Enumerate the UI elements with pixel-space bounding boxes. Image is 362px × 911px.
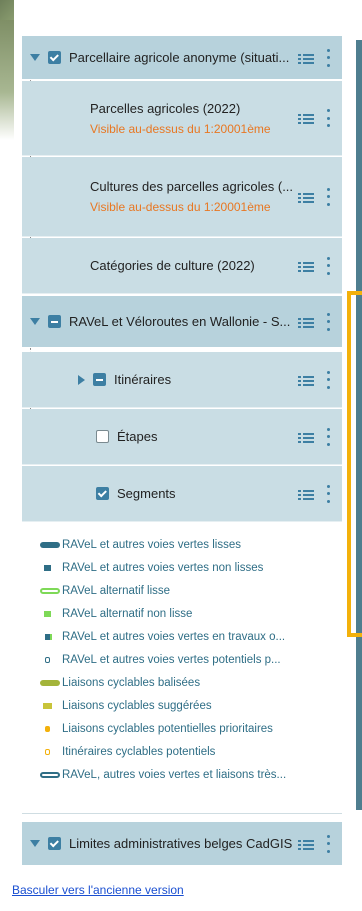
- layer-item-itineraires[interactable]: Itinéraires: [22, 352, 342, 408]
- layer-item-etapes[interactable]: Étapes: [22, 409, 342, 465]
- legend-label: RAVeL et autres voies vertes non lisses: [62, 562, 264, 574]
- switch-old-version-link[interactable]: Basculer vers l'ancienne version: [12, 883, 184, 897]
- legend-toggle-icon[interactable]: [298, 315, 314, 329]
- legend-item: RAVeL, autres voies vertes et liaisons t…: [40, 769, 340, 781]
- more-options-icon[interactable]: [320, 109, 336, 127]
- layer-item-label: Parcelles agricoles (2022): [90, 100, 241, 116]
- legend-symbol: [44, 611, 51, 617]
- legend-item: RAVeL et autres voies vertes en travaux …: [40, 631, 340, 643]
- legend-toggle-icon[interactable]: [298, 190, 314, 204]
- legend-item: Itinéraires cyclables potentiels: [40, 746, 340, 758]
- legend-label: RAVeL, autres voies vertes et liaisons t…: [62, 769, 287, 781]
- layer-checkbox[interactable]: [93, 373, 106, 386]
- legend-label: Itinéraires cyclables potentiels: [62, 746, 216, 758]
- layer-item-parcelles[interactable]: Parcelles agricoles (2022) Visible au-de…: [22, 81, 342, 156]
- legend-toggle-icon[interactable]: [298, 430, 314, 444]
- layer-group-limites[interactable]: Limites administratives belges CadGIS: [22, 822, 342, 866]
- legend-toggle-icon[interactable]: [298, 487, 314, 501]
- legend-item: RAVeL et autres voies vertes potentiels …: [40, 654, 340, 666]
- layer-item-label: Itinéraires: [114, 372, 172, 387]
- collapse-caret-icon[interactable]: [30, 840, 40, 847]
- layer-group-label: RAVeL et Véloroutes en Wallonie - S...: [69, 314, 291, 329]
- legend-label: Liaisons cyclables balisées: [62, 677, 201, 689]
- layer-group-ravel[interactable]: RAVeL et Véloroutes en Wallonie - S...: [22, 296, 342, 348]
- legend-symbol: [45, 749, 50, 755]
- legend-label: RAVeL alternatif lisse: [62, 585, 171, 597]
- legend-symbol: [45, 634, 52, 640]
- legend-item: Liaisons cyclables potentielles priorita…: [40, 723, 340, 735]
- layer-item-segments[interactable]: Segments: [22, 466, 342, 522]
- layer-item-label: Segments: [117, 486, 176, 501]
- legend-item: RAVeL et autres voies vertes non lisses: [40, 562, 340, 574]
- layer-group-parcellaire[interactable]: Parcellaire agricole anonyme (situati...: [22, 36, 342, 80]
- legend-symbol: [45, 726, 50, 732]
- legend-label: Liaisons cyclables suggérées: [62, 700, 212, 712]
- legend-item: RAVeL alternatif lisse: [40, 585, 340, 597]
- more-options-icon[interactable]: [320, 370, 336, 389]
- more-options-icon[interactable]: [320, 312, 336, 331]
- legend-toggle-icon[interactable]: [298, 837, 314, 851]
- more-options-icon[interactable]: [320, 484, 336, 503]
- legend-item: Liaisons cyclables suggérées: [40, 700, 340, 712]
- legend-symbol: [40, 680, 60, 686]
- legend-label: RAVeL alternatif non lisse: [62, 608, 193, 620]
- legend-label: Liaisons cyclables potentielles priorita…: [62, 723, 273, 735]
- more-options-icon[interactable]: [320, 427, 336, 446]
- layer-checkbox[interactable]: [96, 487, 109, 500]
- legend-label: RAVeL et autres voies vertes en travaux …: [62, 631, 286, 643]
- legend-item: RAVeL alternatif non lisse: [40, 608, 340, 620]
- layer-item-cultures[interactable]: Cultures des parcelles agricoles (... Vi…: [22, 157, 342, 237]
- more-options-icon[interactable]: [320, 187, 336, 206]
- legend-toggle-icon[interactable]: [298, 373, 314, 387]
- layer-item-categories[interactable]: Catégories de culture (2022): [22, 238, 342, 294]
- layer-item-label: Cultures des parcelles agricoles (...: [90, 179, 294, 194]
- legend-symbol: [40, 542, 60, 548]
- layer-checkbox[interactable]: [48, 315, 61, 328]
- more-options-icon[interactable]: [320, 48, 336, 67]
- layer-item-label: Catégories de culture (2022): [90, 258, 255, 273]
- layer-item-label: Étapes: [117, 429, 158, 444]
- legend-toggle-icon[interactable]: [298, 111, 314, 125]
- visibility-note: Visible au-dessus du 1:20001ème: [90, 121, 271, 136]
- legend-symbol: [44, 565, 51, 571]
- layer-checkbox[interactable]: [48, 837, 61, 850]
- legend-label: RAVeL et autres voies vertes lisses: [62, 539, 241, 551]
- layer-group-label: Limites administratives belges CadGIS: [69, 836, 293, 851]
- legend-symbol: [40, 772, 60, 778]
- legend-label: RAVeL et autres voies vertes potentiels …: [62, 654, 281, 666]
- more-options-icon[interactable]: [320, 256, 336, 275]
- layer-checkbox[interactable]: [48, 51, 61, 64]
- legend-item: Liaisons cyclables balisées: [40, 677, 340, 689]
- legend-symbol: [40, 588, 60, 594]
- segments-legend: RAVeL et autres voies vertes lisses RAVe…: [22, 523, 342, 814]
- expand-caret-icon[interactable]: [78, 374, 85, 385]
- collapse-caret-icon[interactable]: [30, 318, 40, 325]
- collapse-caret-icon[interactable]: [30, 54, 40, 61]
- legend-symbol: [43, 703, 52, 709]
- layer-checkbox[interactable]: [96, 430, 109, 443]
- layer-group-label: Parcellaire agricole anonyme (situati...: [69, 50, 290, 65]
- legend-item: RAVeL et autres voies vertes lisses: [40, 539, 340, 551]
- legend-toggle-icon[interactable]: [298, 51, 314, 65]
- legend-symbol: [45, 657, 50, 663]
- visibility-note: Visible au-dessus du 1:20001ème: [90, 200, 271, 214]
- legend-toggle-icon[interactable]: [298, 259, 314, 273]
- highlight-frame: [347, 291, 362, 637]
- more-options-icon[interactable]: [320, 834, 336, 853]
